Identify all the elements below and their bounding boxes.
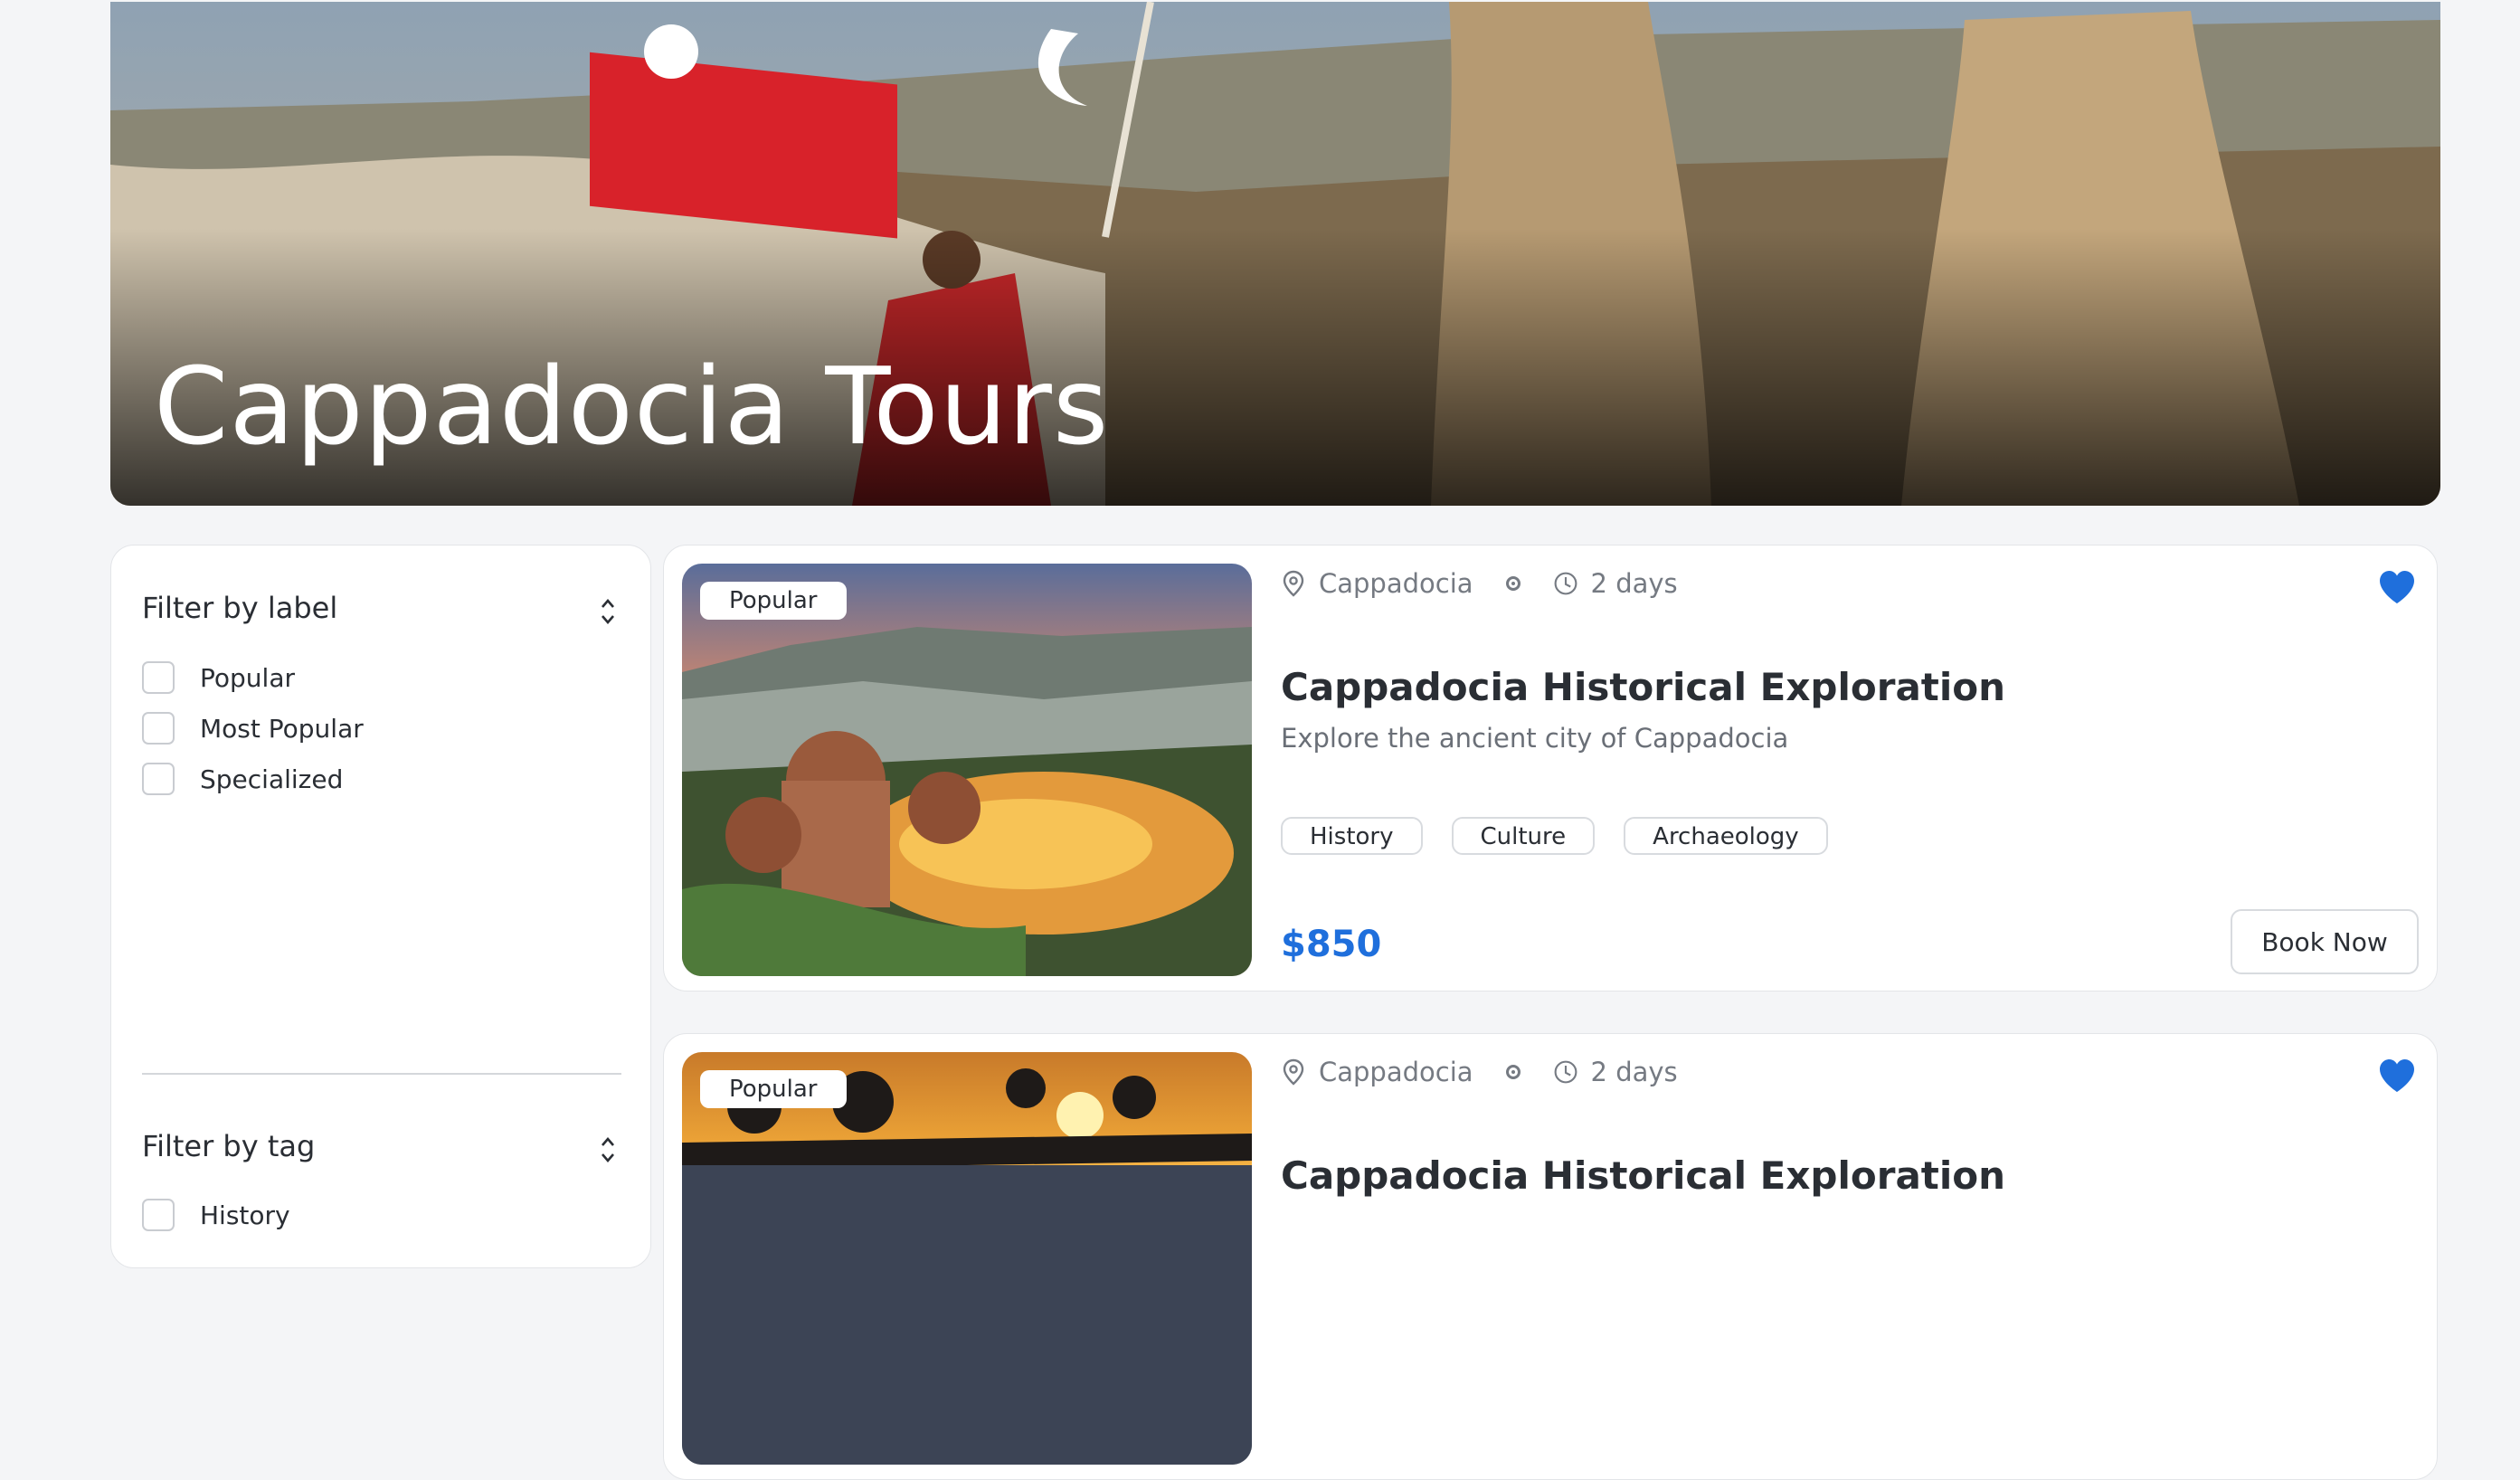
tour-meta: Cappadocia 2 days xyxy=(1281,564,1678,603)
checkbox[interactable] xyxy=(142,712,175,745)
filter-option-history[interactable]: History xyxy=(142,1197,290,1233)
tour-image[interactable]: Popular xyxy=(682,564,1252,976)
tour-location: Cappadocia xyxy=(1319,1057,1473,1087)
location-pin-icon xyxy=(1283,570,1304,597)
tour-card[interactable]: Popular Cappadocia 2 days Cappadocia His… xyxy=(663,545,2438,991)
clock-icon xyxy=(1554,572,1577,595)
checkbox-label: Popular xyxy=(200,662,295,693)
tour-subtitle: Explore the ancient city of Cappadocia xyxy=(1281,723,1789,754)
filter-option-popular[interactable]: Popular xyxy=(142,659,295,696)
tour-meta: Cappadocia 2 days xyxy=(1281,1052,1678,1092)
tour-location: Cappadocia xyxy=(1319,568,1473,599)
checkbox[interactable] xyxy=(142,1199,175,1231)
filter-option-most-popular[interactable]: Most Popular xyxy=(142,710,364,746)
checkbox-label: Specialized xyxy=(200,764,344,794)
tour-price: $850 xyxy=(1281,924,1382,965)
tag-culture[interactable]: Culture xyxy=(1451,817,1596,855)
location-pin-icon xyxy=(1283,1058,1304,1086)
checkbox-label: Most Popular xyxy=(200,713,364,744)
tag-history[interactable]: History xyxy=(1281,817,1423,855)
filter-label-title: Filter by label xyxy=(142,591,338,625)
checkbox-label: History xyxy=(200,1200,290,1230)
popular-badge: Popular xyxy=(700,1070,847,1108)
sort-icon[interactable] xyxy=(594,1134,621,1165)
separator-dot xyxy=(1505,576,1521,591)
tag-archaeology[interactable]: Archaeology xyxy=(1624,817,1828,855)
tour-duration: 2 days xyxy=(1590,1057,1678,1087)
book-now-button[interactable]: Book Now xyxy=(2231,909,2419,974)
filter-option-specialized[interactable]: Specialized xyxy=(142,761,343,797)
heart-icon[interactable] xyxy=(2377,569,2417,605)
divider xyxy=(142,1073,621,1075)
sort-icon[interactable] xyxy=(594,596,621,627)
popular-badge: Popular xyxy=(700,582,847,620)
clock-icon xyxy=(1554,1060,1577,1084)
tag-list: History Culture Archaeology xyxy=(1281,817,1828,855)
hero-banner: Cappadocia Tours xyxy=(110,2,2440,506)
filter-sidebar: Filter by label Popular Most Popular Spe… xyxy=(110,545,651,1268)
tour-card[interactable]: Popular Cappadocia 2 days Cappadocia His… xyxy=(663,1033,2438,1480)
checkbox[interactable] xyxy=(142,661,175,694)
tour-duration: 2 days xyxy=(1590,568,1678,599)
tour-title[interactable]: Cappadocia Historical Exploration xyxy=(1281,665,2005,709)
tour-title[interactable]: Cappadocia Historical Exploration xyxy=(1281,1153,2005,1198)
filter-label-header[interactable]: Filter by label xyxy=(142,591,621,636)
checkbox[interactable] xyxy=(142,763,175,795)
page-title: Cappadocia Tours xyxy=(154,344,1110,469)
tour-image[interactable]: Popular xyxy=(682,1052,1252,1465)
heart-icon[interactable] xyxy=(2377,1058,2417,1094)
separator-dot xyxy=(1505,1065,1521,1079)
filter-tag-header[interactable]: Filter by tag xyxy=(142,1129,621,1174)
filter-tag-title: Filter by tag xyxy=(142,1129,316,1163)
